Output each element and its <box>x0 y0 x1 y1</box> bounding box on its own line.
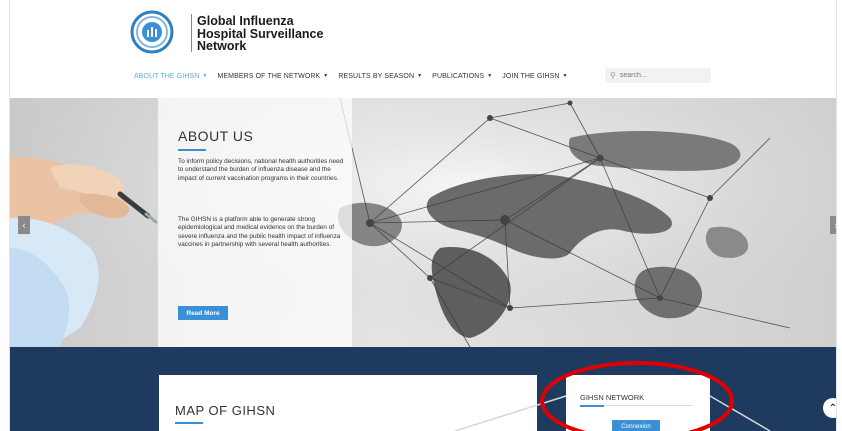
hero-slider <box>10 98 836 347</box>
network-title: GIHSN NETWORK <box>580 393 645 402</box>
slider-prev-button[interactable]: ‹ <box>18 216 30 234</box>
nav-about-the-gihsn[interactable]: ABOUT THE GIHSN ▼ <box>134 73 207 80</box>
window-frame-left <box>0 0 10 431</box>
nav-results-label: RESULTS BY SEASON <box>338 72 415 80</box>
nav-join-label: JOIN THE GIHSN <box>502 72 560 80</box>
nav-join-the-gihsn[interactable]: JOIN THE GIHSN ▼ <box>502 73 567 80</box>
map-title: MAP OF GIHSN <box>175 403 276 418</box>
network-title-underline <box>580 405 604 407</box>
main-nav: ABOUT THE GIHSN ▼ MEMBERS OF THE NETWORK ▼… <box>134 68 578 84</box>
search-box[interactable]: ⚲ <box>605 68 711 83</box>
site-title[interactable]: Global Influenza Hospital Surveillance N… <box>197 15 323 53</box>
read-more-button[interactable]: Read More <box>178 306 228 320</box>
nav-members-of-the-network[interactable]: MEMBERS OF THE NETWORK ▼ <box>217 73 328 80</box>
logo-divider <box>191 14 192 52</box>
map-title-underline <box>175 422 203 424</box>
nav-publications-label: PUBLICATIONS <box>432 72 485 80</box>
about-us-title: ABOUT US <box>178 128 254 144</box>
nav-members-label: MEMBERS OF THE NETWORK <box>217 72 321 80</box>
caret-down-icon: ▼ <box>417 73 423 79</box>
chevron-left-icon: ‹ <box>22 220 26 230</box>
nav-about-label: ABOUT THE GIHSN <box>134 72 200 80</box>
caret-down-icon: ▼ <box>323 73 329 79</box>
search-input[interactable] <box>619 72 700 79</box>
search-icon[interactable]: ⚲ <box>610 71 616 80</box>
caret-down-icon: ▼ <box>562 73 568 79</box>
connexion-button[interactable]: Connexion <box>612 420 660 431</box>
site-title-line-3: Network <box>197 39 247 53</box>
about-us-paragraph-2: The GIHSN is a platform able to generate… <box>178 216 341 249</box>
window-frame-right <box>836 0 842 431</box>
nav-results-by-season[interactable]: RESULTS BY SEASON ▼ <box>338 73 422 80</box>
gihsn-logo-icon[interactable] <box>130 10 174 54</box>
caret-down-icon: ▼ <box>202 73 208 79</box>
nav-publications[interactable]: PUBLICATIONS ▼ <box>432 73 492 80</box>
site-title-line-1: Global Influenza <box>197 14 294 28</box>
hero-background-image <box>10 98 836 347</box>
caret-down-icon: ▼ <box>487 73 493 79</box>
about-us-paragraph-1: To inform policy decisions, national hea… <box>178 158 344 182</box>
about-us-underline <box>178 149 206 151</box>
